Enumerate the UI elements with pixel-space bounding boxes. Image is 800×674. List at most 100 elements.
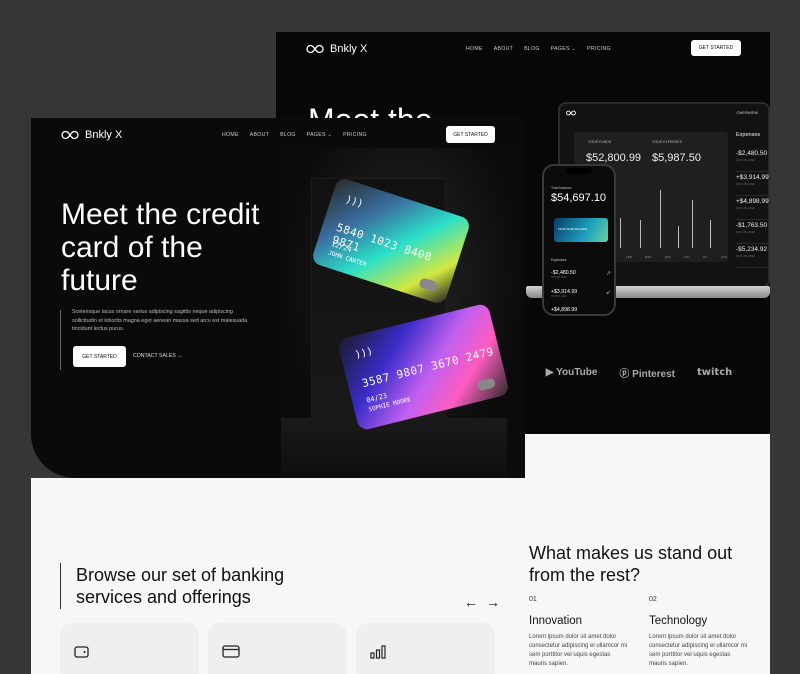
bar (678, 226, 680, 248)
hero-description: Scelerisque lacus ornare varius adipisci… (72, 309, 248, 332)
pinterest-logo-text: Pinterest (632, 369, 675, 380)
contactless-icon: ))) (353, 345, 375, 362)
brand-logo[interactable]: Bnkly X (61, 129, 122, 141)
pinterest-logo: ⓟ Pinterest (619, 365, 675, 380)
month-label: AUG (720, 255, 728, 259)
brand-name: Bnkly X (330, 43, 368, 55)
amount: +$4,898.99 (551, 307, 578, 313)
front-page-preview: Bnkly X HOME ABOUT BLOG PAGES ⌄ PRICING … (31, 118, 525, 478)
amount: -$1,763.50 (736, 222, 768, 229)
date: OCT 28, 2022 (736, 254, 755, 258)
service-card[interactable] (60, 623, 199, 674)
bar (640, 220, 642, 248)
feature-number: 02 (649, 596, 657, 603)
balance-label: Total balance (551, 186, 572, 190)
content-section-top (525, 434, 770, 478)
infinity-logo-icon (306, 44, 324, 54)
youtube-logo-text: YouTube (556, 367, 598, 378)
arrow-left-icon[interactable]: ← (464, 594, 478, 610)
bar (620, 218, 622, 248)
phone-notch (566, 168, 592, 174)
pedestal (281, 418, 507, 478)
amount: -$5,234.92 (736, 246, 768, 253)
expenses-title: Expenses (736, 132, 761, 138)
feature-title: Technology (649, 615, 708, 627)
month-label: FEB (626, 255, 632, 259)
nav-about[interactable]: ABOUT (494, 46, 513, 52)
amount: +$3,914.99 (736, 174, 769, 181)
list-item: -$2,480.50 OCT 28, 2022 ↗ (551, 270, 611, 279)
laptop-header: OVERVIEW (560, 104, 768, 122)
nav-pages-label: PAGES (550, 46, 570, 52)
twitch-logo: twitch (696, 367, 733, 378)
arrow-right-icon[interactable]: → (486, 594, 500, 610)
date: OCT 28, 2022 (736, 158, 755, 162)
section-accent-line (60, 563, 61, 609)
card-chip (476, 377, 497, 392)
arrow-right-icon: → (177, 353, 183, 359)
funds-value: $52,800.99 (586, 152, 642, 164)
card-text: START MAKE BALANCE (558, 228, 588, 231)
month-label: JUL (702, 255, 708, 259)
showcase-canvas: Bnkly X HOME ABOUT BLOG PAGES ⌄ PRICING … (0, 0, 800, 674)
card-showcase: ))) 5840 1023 8408 9871 12/24 JOHN CARTE… (281, 148, 525, 478)
amount: -$2,480.50 (736, 150, 768, 157)
list-item: +$4,898.99 (551, 307, 611, 313)
hero-get-started-button[interactable]: GET STARTED (73, 346, 126, 367)
date: OCT 28, 2022 (736, 182, 755, 186)
list-item: +$3,914.99 OCT 28, 2022 (736, 172, 770, 196)
services-title: Browse our set of banking services and o… (76, 565, 285, 607)
nav-home[interactable]: HOME (466, 46, 483, 52)
overview-label: OVERVIEW (736, 110, 759, 115)
partner-logos: ook ▶ YouTube ⓟ Pinterest twitch (506, 365, 732, 380)
nav-about[interactable]: ABOUT (250, 132, 269, 138)
chevron-down-icon: ⌄ (327, 132, 333, 138)
date: OCT 28, 2022 (736, 206, 755, 210)
card-number: 3587 9807 3670 2479 (360, 344, 496, 391)
list-item: +$4,898.99 OCT 28, 2022 (736, 196, 770, 220)
feature-number: 01 (529, 596, 537, 603)
bar (692, 200, 694, 248)
arrow-up-right-icon: ↗ (605, 271, 611, 277)
contact-sales-link[interactable]: CONTACT SALES → (133, 353, 182, 359)
infinity-logo-icon (566, 110, 576, 116)
feature-title: Innovation (529, 615, 583, 627)
main-nav: HOME ABOUT BLOG PAGES ⌄ PRICING (222, 132, 367, 138)
nav-blog[interactable]: BLOG (280, 132, 296, 138)
contact-sales-label: CONTACT SALES (133, 353, 176, 359)
expenses-label: YOUR EXPENSES (652, 140, 682, 144)
expenses-list: Expenses -$2,480.50 OCT 28, 2022 +$3,914.… (736, 132, 770, 268)
why-us-title: What makes us stand out from the rest? (529, 543, 733, 585)
amount: +$4,898.99 (736, 198, 769, 205)
bar-chart-icon (370, 645, 386, 659)
nav-pages-label: PAGES (306, 132, 326, 138)
nav-home[interactable]: HOME (222, 132, 239, 138)
get-started-button[interactable]: GET STARTED (446, 126, 495, 143)
nav-pricing[interactable]: PRICING (587, 46, 611, 52)
service-card[interactable] (356, 623, 495, 674)
play-icon: ▶ (545, 367, 554, 378)
date: OCT 28, 2022 (551, 276, 567, 279)
contactless-icon: ))) (343, 194, 365, 211)
get-started-button[interactable]: GET STARTED (691, 40, 741, 56)
feature-description: Lorem ipsum dolor sit amet dolor consect… (529, 634, 628, 667)
carousel-controls: ← → (464, 594, 500, 610)
bar (660, 190, 662, 248)
nav-pricing[interactable]: PRICING (343, 132, 367, 138)
nav-pages[interactable]: PAGES ⌄ (307, 132, 332, 138)
service-card[interactable] (208, 623, 347, 674)
brand-logo[interactable]: Bnkly X (306, 43, 367, 55)
nav-blog[interactable]: BLOG (524, 46, 540, 52)
month-label: MAR (644, 255, 652, 259)
main-nav: HOME ABOUT BLOG PAGES ⌄ PRICING (466, 46, 611, 52)
month-label: JUN (683, 255, 690, 259)
credit-card-icon (222, 645, 240, 658)
expenses-label: Expenses (551, 258, 567, 262)
wallet-icon (74, 646, 89, 658)
bar (710, 220, 712, 248)
feature-description: Lorem ipsum dolor sit amet dolor consect… (649, 634, 748, 667)
date: OCT 28, 2022 (736, 230, 755, 234)
phone-mockup: Total balance $54,697.10 START MAKE BALA… (542, 164, 616, 316)
nav-pages[interactable]: PAGES ⌄ (551, 46, 576, 52)
expenses-value: $5,987.50 (652, 152, 701, 164)
